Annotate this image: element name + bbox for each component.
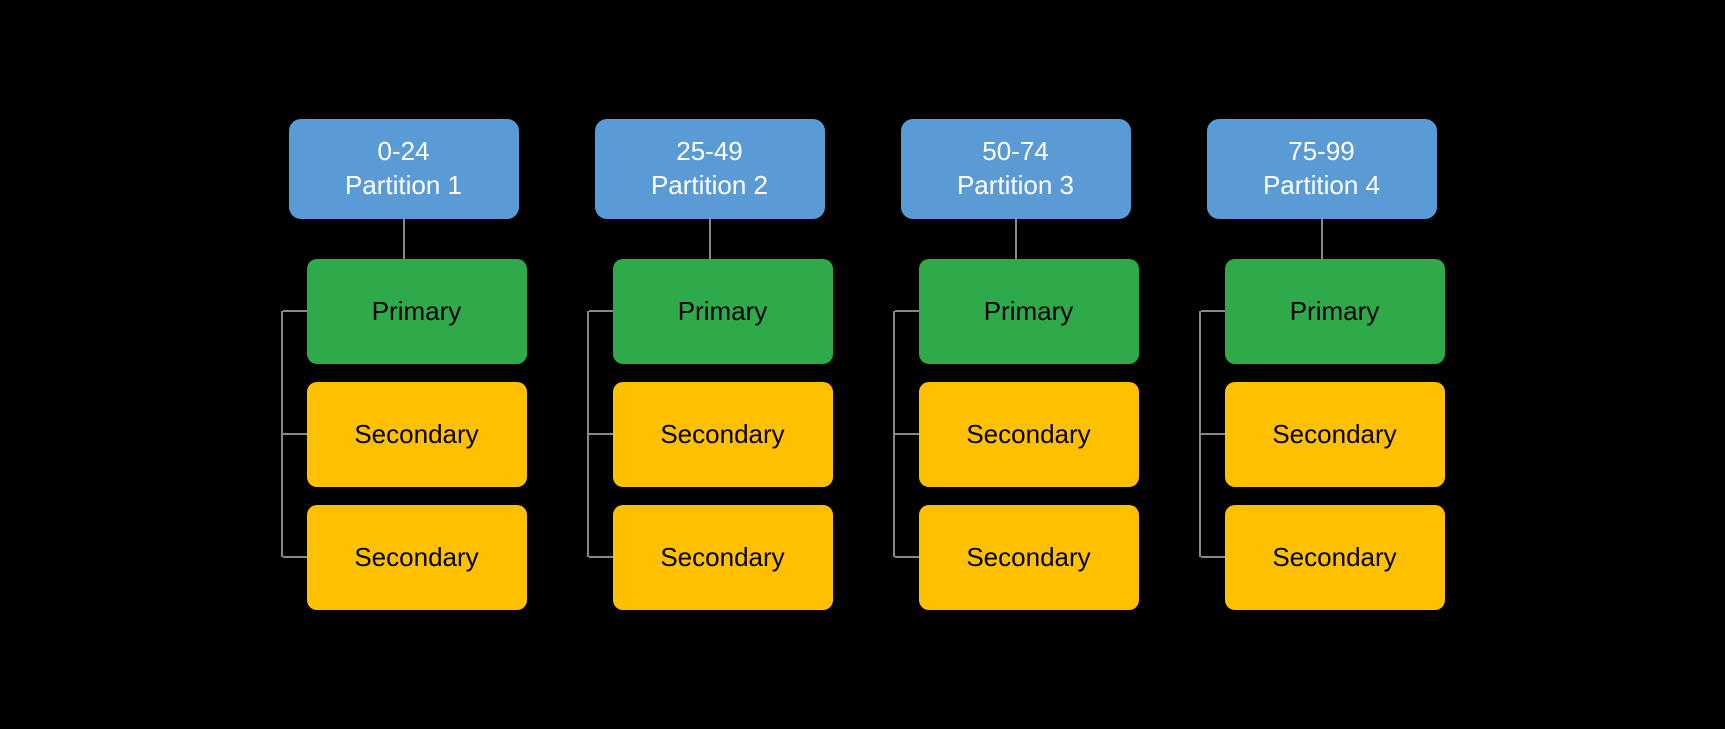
partition-range-3: 50-74 [982, 136, 1049, 166]
primary-label-2-1: Primary [678, 296, 768, 327]
secondary-label-3-3: Secondary [966, 542, 1090, 573]
partition-box-4: 75-99 Partition 4 [1207, 119, 1437, 219]
partition-range-4: 75-99 [1288, 136, 1355, 166]
children-list-3: Primary Secondary Secondary [895, 259, 1139, 610]
h-connector-1-2 [283, 433, 307, 435]
partition-label-1: Partition 1 [345, 170, 462, 200]
secondary-box-3-2: Secondary [919, 382, 1139, 487]
children-list-1: Primary Secondary Secondary [283, 259, 527, 610]
h-connector-2-2 [589, 433, 613, 435]
vline-col-1 [281, 311, 283, 557]
primary-box-3-1: Primary [919, 259, 1139, 364]
children-area-1: Primary Secondary Secondary [281, 259, 527, 610]
partition-group-2: 25-49 Partition 2 Primary Secondary Secondar… [587, 119, 833, 610]
vline-col-3 [893, 311, 895, 557]
partition-box-1: 0-24 Partition 1 [289, 119, 519, 219]
children-area-3: Primary Secondary Secondary [893, 259, 1139, 610]
left-line-wrapper-4: Primary Secondary Secondary [1199, 259, 1445, 610]
h-connector-1-1 [283, 310, 307, 312]
secondary-box-1-3: Secondary [307, 505, 527, 610]
vertical-connector-top-3 [1015, 219, 1017, 259]
secondary-label-2-2: Secondary [660, 419, 784, 450]
children-area-2: Primary Secondary Secondary [587, 259, 833, 610]
left-line-wrapper-2: Primary Secondary Secondary [587, 259, 833, 610]
secondary-label-1-3: Secondary [354, 542, 478, 573]
partition-group-3: 50-74 Partition 3 Primary Secondary Secondar… [893, 119, 1139, 610]
child-row-4-3: Secondary [1201, 505, 1445, 610]
partition-group-1: 0-24 Partition 1 Primary Secondary Secondary [281, 119, 527, 610]
h-connector-3-1 [895, 310, 919, 312]
vertical-connector-top-4 [1321, 219, 1323, 259]
secondary-box-3-3: Secondary [919, 505, 1139, 610]
secondary-box-4-2: Secondary [1225, 382, 1445, 487]
secondary-label-3-2: Secondary [966, 419, 1090, 450]
h-connector-4-1 [1201, 310, 1225, 312]
vline-col-4 [1199, 311, 1201, 557]
child-row-3-1: Primary [895, 259, 1139, 364]
partition-label-3: Partition 3 [957, 170, 1074, 200]
h-connector-1-3 [283, 556, 307, 558]
partition-range-2: 25-49 [676, 136, 743, 166]
secondary-box-2-3: Secondary [613, 505, 833, 610]
child-row-1-3: Secondary [283, 505, 527, 610]
secondary-label-2-3: Secondary [660, 542, 784, 573]
child-row-4-1: Primary [1201, 259, 1445, 364]
primary-box-1-1: Primary [307, 259, 527, 364]
primary-box-4-1: Primary [1225, 259, 1445, 364]
child-row-1-2: Secondary [283, 382, 527, 487]
h-connector-2-1 [589, 310, 613, 312]
h-connector-4-2 [1201, 433, 1225, 435]
children-area-4: Primary Secondary Secondary [1199, 259, 1445, 610]
vertical-connector-top-1 [403, 219, 405, 259]
partition-box-3: 50-74 Partition 3 [901, 119, 1131, 219]
primary-label-3-1: Primary [984, 296, 1074, 327]
children-list-2: Primary Secondary Secondary [589, 259, 833, 610]
secondary-box-2-2: Secondary [613, 382, 833, 487]
h-connector-4-3 [1201, 556, 1225, 558]
primary-label-4-1: Primary [1290, 296, 1380, 327]
secondary-label-4-3: Secondary [1272, 542, 1396, 573]
left-line-wrapper-3: Primary Secondary Secondary [893, 259, 1139, 610]
child-row-3-3: Secondary [895, 505, 1139, 610]
primary-box-2-1: Primary [613, 259, 833, 364]
child-row-1-1: Primary [283, 259, 527, 364]
secondary-box-1-2: Secondary [307, 382, 527, 487]
secondary-box-4-3: Secondary [1225, 505, 1445, 610]
h-connector-3-2 [895, 433, 919, 435]
child-row-2-1: Primary [589, 259, 833, 364]
left-line-wrapper-1: Primary Secondary Secondary [281, 259, 527, 610]
partition-label-2: Partition 2 [651, 170, 768, 200]
vline-col-2 [587, 311, 589, 557]
partition-group-4: 75-99 Partition 4 Primary Secondary Secondar… [1199, 119, 1445, 610]
child-row-2-3: Secondary [589, 505, 833, 610]
child-row-3-2: Secondary [895, 382, 1139, 487]
h-connector-3-3 [895, 556, 919, 558]
partition-box-2: 25-49 Partition 2 [595, 119, 825, 219]
h-connector-2-3 [589, 556, 613, 558]
partition-range-1: 0-24 [377, 136, 429, 166]
child-row-4-2: Secondary [1201, 382, 1445, 487]
vertical-connector-top-2 [709, 219, 711, 259]
secondary-label-1-2: Secondary [354, 419, 478, 450]
children-list-4: Primary Secondary Secondary [1201, 259, 1445, 610]
partition-label-4: Partition 4 [1263, 170, 1380, 200]
primary-label-1-1: Primary [372, 296, 462, 327]
secondary-label-4-2: Secondary [1272, 419, 1396, 450]
diagram: 0-24 Partition 1 Primary Secondary Secondary… [241, 99, 1485, 630]
child-row-2-2: Secondary [589, 382, 833, 487]
